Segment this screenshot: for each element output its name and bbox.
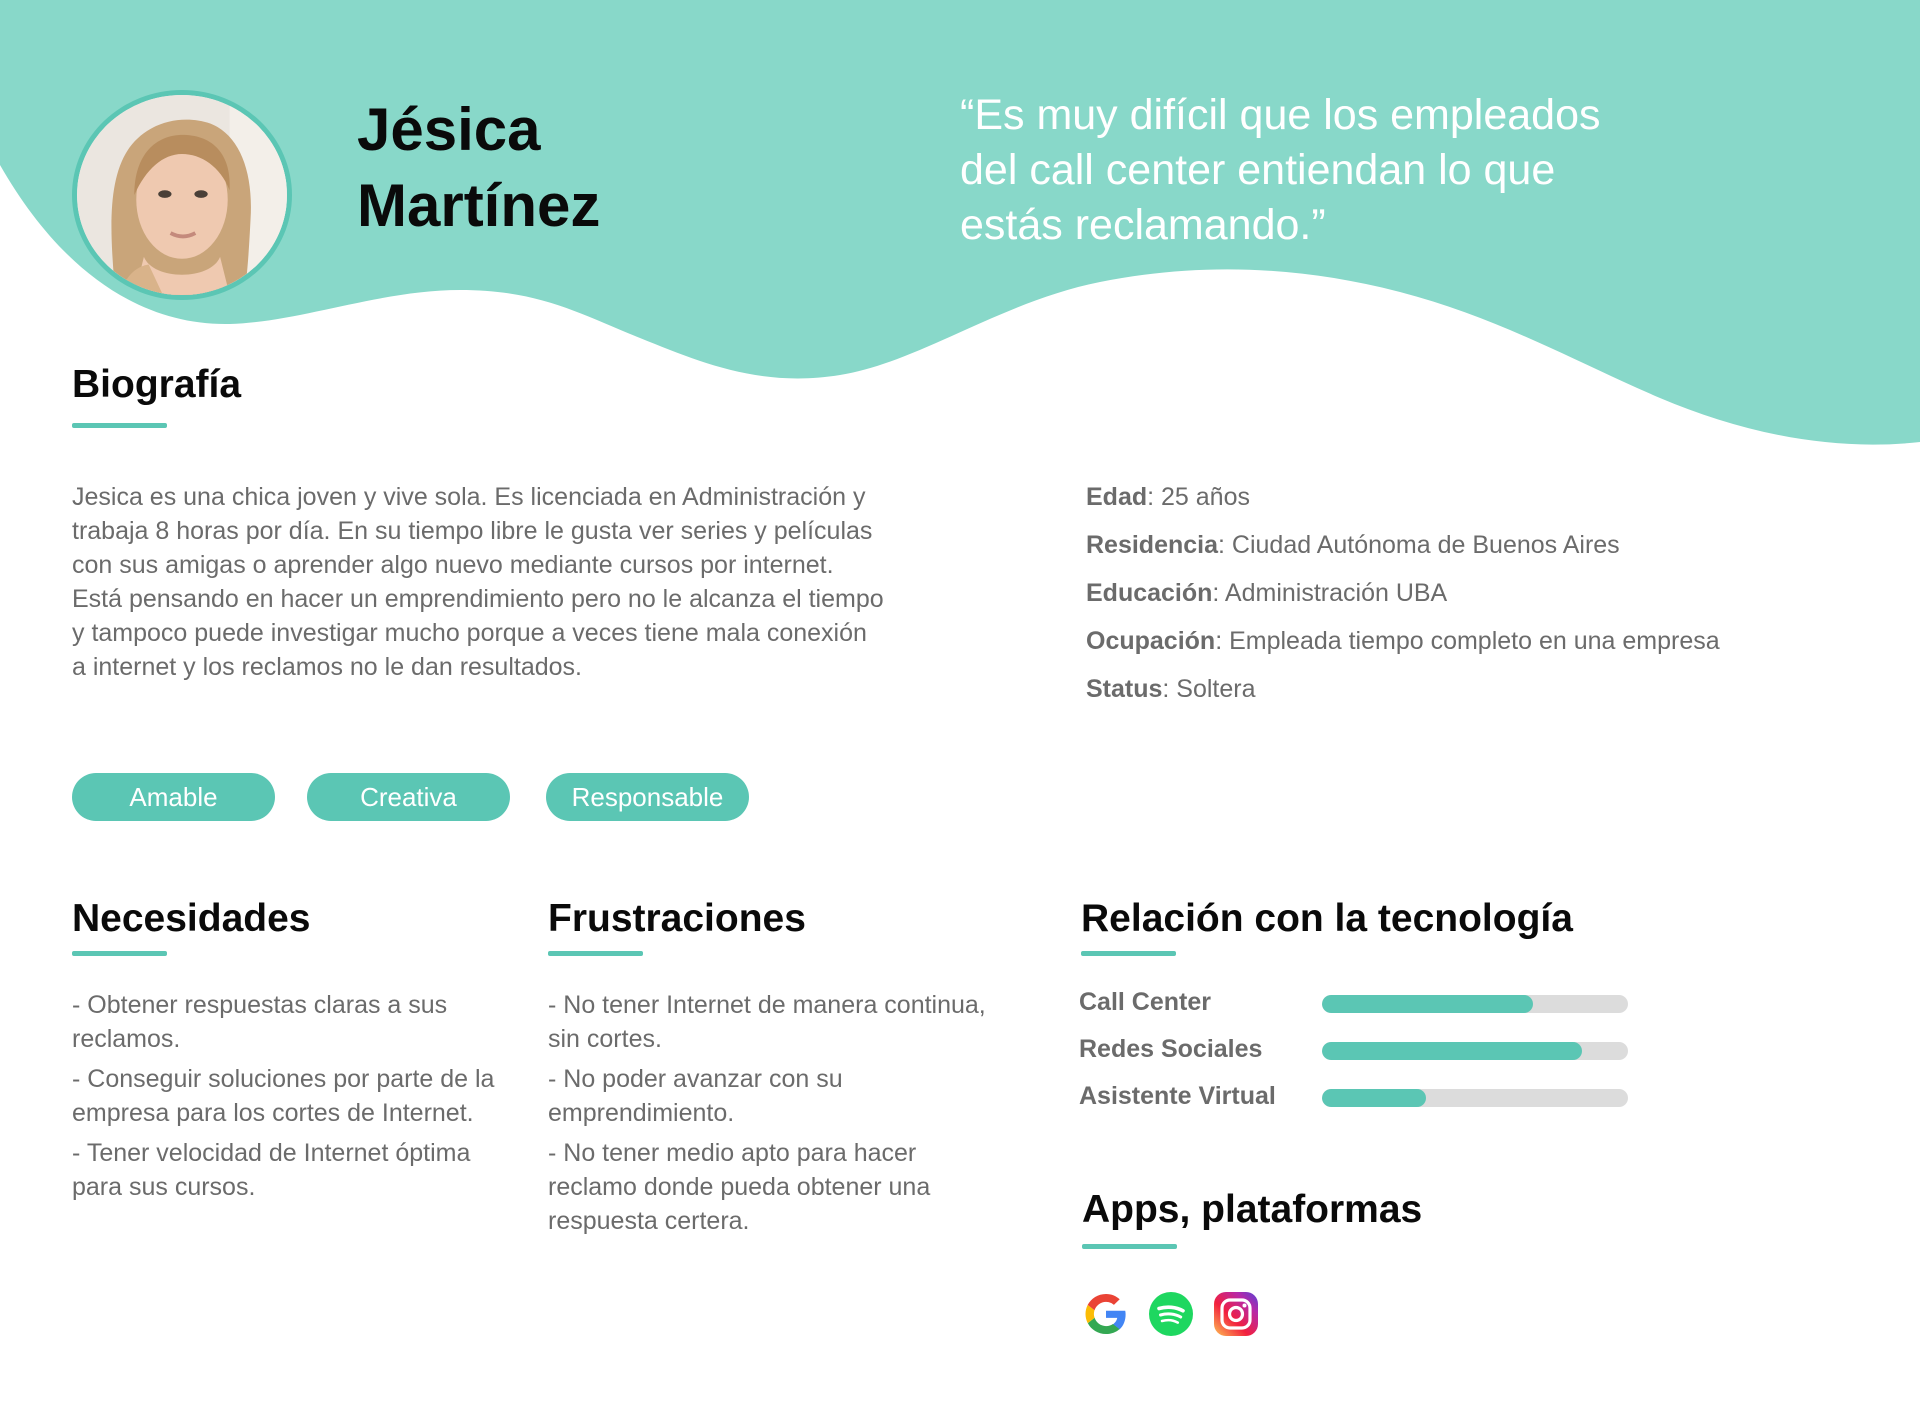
fact-age: Edad: 25 años [1086, 480, 1886, 514]
fact-value: : Administración UBA [1212, 579, 1448, 607]
needs-heading: Necesidades [72, 897, 311, 940]
trait-tag-creativa: Creativa [307, 773, 510, 821]
tech-row-redes-sociales: Redes Sociales [1079, 1032, 1639, 1079]
fact-residence: Residencia: Ciudad Autónoma de Buenos Ai… [1086, 528, 1886, 562]
persona-name: Jésica Martínez [357, 92, 757, 244]
tech-bar-fill [1322, 995, 1534, 1013]
biography-line: a internet y los reclamos no le dan resu… [72, 653, 582, 681]
technology-heading: Relación con la tecnología [1081, 897, 1573, 940]
tech-label: Redes Sociales [1079, 1035, 1263, 1063]
google-icon [1082, 1290, 1130, 1338]
biography-heading: Biografía [72, 363, 242, 406]
tech-label: Asistente Virtual [1079, 1082, 1276, 1110]
biography-text: Jesica es una chica joven y vive sola. E… [72, 480, 992, 684]
fact-occupation: Ocupación: Empleada tiempo completo en u… [1086, 624, 1886, 658]
tech-label: Call Center [1079, 988, 1211, 1016]
fact-value: : 25 años [1147, 483, 1250, 511]
fact-key: Educación [1086, 579, 1213, 607]
apps-heading-underline [1082, 1244, 1177, 1249]
trait-tag-responsable: Responsable [546, 773, 749, 821]
frustrations-item: - No tener medio apto para hacer reclamo… [548, 1139, 931, 1235]
profile-photo [77, 95, 287, 295]
fact-value: : Ciudad Autónoma de Buenos Aires [1218, 531, 1620, 559]
needs-item: - Tener velocidad de Internet óptima par… [72, 1139, 471, 1201]
spotify-icon [1147, 1290, 1195, 1338]
apps-heading: Apps, plataformas [1082, 1188, 1423, 1231]
technology-heading-underline [1081, 951, 1176, 956]
fact-key: Edad [1086, 483, 1148, 511]
fact-value: : Soltera [1162, 675, 1256, 703]
frustrations-heading-underline [548, 951, 643, 956]
quote-line: “Es muy difícil que los empleados [960, 91, 1601, 139]
needs-item: - Obtener respuestas claras a sus reclam… [72, 991, 448, 1053]
fact-value: : Empleada tiempo completo en una empres… [1215, 627, 1720, 655]
frustrations-list: - No tener Internet de manera continua, … [548, 988, 988, 1244]
trait-tag-amable: Amable [72, 773, 275, 821]
biography-line: y tampoco puede investigar mucho porque … [72, 619, 867, 647]
apps-list [1082, 1290, 1260, 1338]
frustrations-item: - No poder avanzar con su emprendimiento… [548, 1065, 843, 1127]
persona-last-name: Martínez [357, 172, 601, 239]
tech-bar-track [1322, 1089, 1628, 1107]
avatar [72, 90, 292, 300]
persona-quote: “Es muy difícil que los empleados del ca… [960, 88, 1680, 253]
frustrations-heading: Frustraciones [548, 897, 806, 940]
tech-bar-fill [1322, 1042, 1583, 1060]
needs-item: - Conseguir soluciones por parte de la e… [72, 1065, 495, 1127]
tech-bar-track [1322, 995, 1628, 1013]
biography-line: con sus amigas o aprender algo nuevo med… [72, 551, 834, 579]
needs-list: - Obtener respuestas claras a sus reclam… [72, 988, 502, 1210]
biography-line: trabaja 8 horas por día. En su tiempo li… [72, 517, 873, 545]
quote-line: estás reclamando.” [960, 201, 1326, 249]
tech-bar-track [1322, 1042, 1628, 1060]
fact-key: Residencia [1086, 531, 1219, 559]
persona-facts: Edad: 25 años Residencia: Ciudad Autónom… [1086, 480, 1886, 720]
fact-key: Status [1086, 675, 1163, 703]
instagram-icon [1212, 1290, 1260, 1338]
quote-line: del call center entiendan lo que [960, 146, 1556, 194]
fact-education: Educación: Administración UBA [1086, 576, 1886, 610]
biography-heading-underline [72, 423, 167, 428]
technology-levels: Call Center Redes Sociales Asistente Vir… [1079, 985, 1639, 1126]
needs-heading-underline [72, 951, 167, 956]
biography-line: Jesica es una chica joven y vive sola. E… [72, 483, 866, 511]
fact-status: Status: Soltera [1086, 672, 1886, 706]
biography-line: Está pensando en hacer un emprendimiento… [72, 585, 884, 613]
persona-first-name: Jésica [357, 96, 541, 163]
tech-bar-fill [1322, 1089, 1427, 1107]
tech-row-asistente-virtual: Asistente Virtual [1079, 1079, 1639, 1126]
frustrations-item: - No tener Internet de manera continua, … [548, 991, 986, 1053]
fact-key: Ocupación [1086, 627, 1216, 655]
tech-row-call-center: Call Center [1079, 985, 1639, 1032]
